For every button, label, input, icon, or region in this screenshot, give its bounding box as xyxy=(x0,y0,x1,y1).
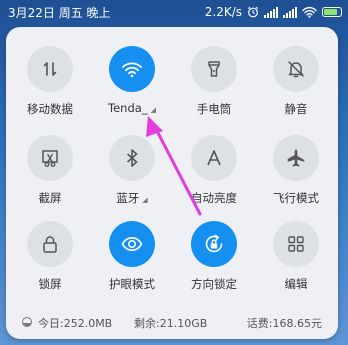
mute-button[interactable] xyxy=(273,46,319,92)
mobile-data-icon xyxy=(43,62,57,76)
airplane-icon xyxy=(287,149,305,167)
flashlight-button[interactable] xyxy=(191,46,237,92)
wifi-button[interactable] xyxy=(109,46,155,92)
tile-label: 自动亮度 xyxy=(191,191,237,205)
tile-label: 锁屏 xyxy=(38,277,62,291)
expand-triangle-icon: ◢ xyxy=(150,106,156,114)
tile-label: 移动数据 xyxy=(27,102,73,116)
flashlight-icon xyxy=(208,61,220,77)
wifi-icon xyxy=(122,62,142,78)
bluetooth-icon xyxy=(126,149,138,167)
phone-balance: 话费:168.65元 xyxy=(246,317,322,330)
alarm-icon xyxy=(247,6,259,18)
airplane-mode-button[interactable] xyxy=(273,135,319,181)
status-datetime: 3月22日 周五 晚上 xyxy=(8,6,111,20)
data-usage-icon xyxy=(22,317,32,327)
lock-icon xyxy=(43,236,57,253)
tile-label: 截屏 xyxy=(38,191,62,205)
signal-strength-icon xyxy=(264,6,278,18)
tile-label: 静音 xyxy=(284,102,308,116)
letter-a-icon xyxy=(207,150,221,166)
edit-button[interactable] xyxy=(273,221,319,267)
tile-label: 飞行模式 xyxy=(273,191,319,205)
screenshot-button[interactable] xyxy=(27,135,73,181)
tile-label: 方向锁定 xyxy=(191,277,237,291)
today-usage: 今日:252.0MB xyxy=(38,317,113,330)
tile-label: ) Tenda_ ◢ xyxy=(67,101,156,115)
eye-care-button[interactable] xyxy=(109,221,155,267)
scissors-icon xyxy=(42,150,58,167)
status-right: 2.2K/s xyxy=(205,3,342,21)
data-usage-footer[interactable]: 今日:252.0MB 剩余:21.10GB 话费:168.65元 xyxy=(6,314,338,334)
status-bar: 3月22日 周五 晚上 2.2K/s xyxy=(0,0,348,24)
network-speed: 2.2K/s xyxy=(204,5,242,19)
tile-label: 手电筒 xyxy=(196,102,232,116)
battery-icon xyxy=(322,7,342,17)
wifi-status-icon xyxy=(302,7,317,18)
bluetooth-button[interactable] xyxy=(109,135,155,181)
bell-off-icon xyxy=(288,61,304,78)
eye-icon xyxy=(121,236,143,252)
auto-brightness-button[interactable] xyxy=(191,135,237,181)
expand-triangle-icon: ◢ xyxy=(142,196,148,204)
tile-label: 蓝牙 ◢ xyxy=(116,191,148,205)
quick-settings-panel: 移动数据 ) Tenda_ ◢ 手电筒 静音 截屏 蓝牙 ◢ 自动亮度 飞行模式… xyxy=(6,27,338,339)
lock-screen-button[interactable] xyxy=(27,221,73,267)
signal-strength-2-icon xyxy=(283,6,297,18)
grid-icon xyxy=(288,236,304,252)
mobile-data-button[interactable] xyxy=(27,46,73,92)
remaining-data: 剩余:21.10GB xyxy=(134,317,208,330)
tile-label: 编辑 xyxy=(284,277,308,291)
rotation-lock-button[interactable] xyxy=(191,221,237,267)
loading-indicator-icon: ) xyxy=(67,101,71,112)
tile-label: 护眼模式 xyxy=(109,277,155,291)
rotation-lock-icon xyxy=(205,234,223,253)
